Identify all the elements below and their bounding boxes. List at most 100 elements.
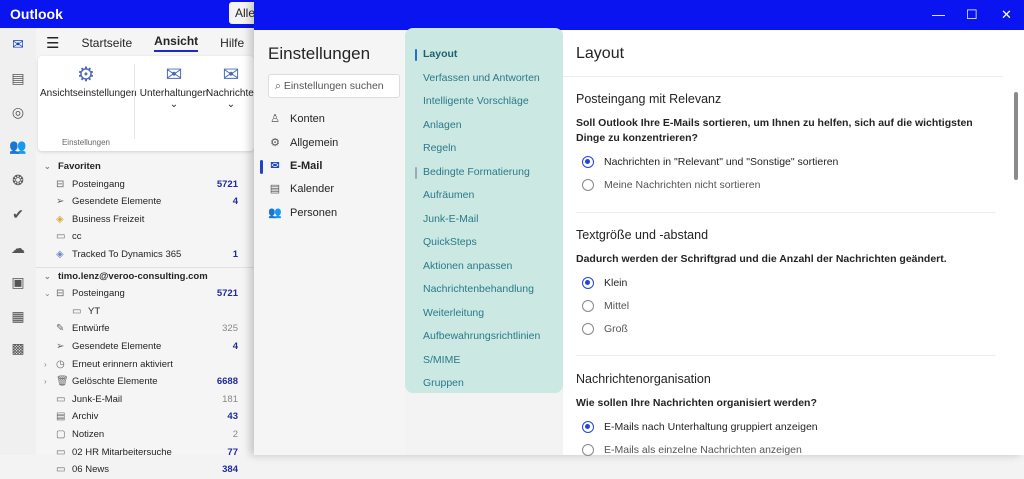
nav-konten[interactable]: ♙ Konten (268, 112, 325, 126)
folder-item[interactable]: ⊟ Posteingang 5721 (36, 176, 254, 194)
search-folder-icon: ▭ (56, 231, 66, 243)
nav-email[interactable]: ✉ E-Mail (268, 159, 322, 173)
person-icon: ♙ (270, 113, 280, 125)
subnav-item[interactable]: Aufbewahrungsrichtlinien (423, 330, 540, 342)
search-icon: ⌕ (275, 80, 281, 92)
folder-item[interactable]: ▭ YT (36, 303, 254, 321)
tab-ansicht[interactable]: Ansicht (154, 34, 199, 52)
radio-option[interactable]: Mittel (576, 294, 996, 317)
folder-item[interactable]: ✎ Entwürfe 325 (36, 320, 254, 338)
subnav-item[interactable]: Weiterleitung (423, 307, 484, 319)
envelope-list-icon: ✉ (222, 64, 240, 86)
conversations-button[interactable]: ✉ Unterhaltungen ⌄ (138, 62, 210, 110)
apps-icon[interactable]: ▩ (8, 340, 28, 360)
inbox-icon: ⊟ (56, 178, 65, 190)
radio-option[interactable]: Meine Nachrichten nicht sortieren (576, 173, 996, 196)
settings-title: Einstellungen (268, 44, 371, 63)
todo-icon[interactable]: ✔ (8, 206, 28, 226)
chevron-down-icon: ⌄ (44, 289, 51, 299)
section-heading: Posteingang mit Relevanz (576, 92, 722, 106)
mail-icon: ✉ (270, 160, 280, 172)
section-question: Soll Outlook Ihre E-Mails sortieren, um … (576, 117, 973, 144)
view-settings-button[interactable]: ⚙ Ansichtseinstellungen (40, 62, 137, 99)
subnav-item[interactable]: S/MIME (423, 354, 460, 366)
subnav-item[interactable]: Bedingte Formatierung (423, 166, 530, 178)
minimize-icon[interactable]: — (932, 7, 945, 22)
radio-option[interactable]: Klein (576, 271, 996, 294)
groups-icon[interactable]: ❂ (8, 172, 28, 192)
scrollbar[interactable] (1014, 92, 1018, 180)
chevron-down-icon: ⌄ (44, 271, 51, 281)
send-icon: ➢ (56, 340, 65, 352)
subnav-item[interactable]: Layout (423, 48, 457, 60)
section-heading: Nachrichtenorganisation (576, 372, 711, 386)
ribbon: ⚙ Ansichtseinstellungen ✉ Unterhaltungen ⌄ … (38, 56, 256, 151)
favorites-header[interactable]: ⌄ Favoriten (36, 158, 254, 176)
folder-item[interactable]: ➢ Gesendete Elemente 4 (36, 193, 254, 211)
excel-icon[interactable]: ▦ (8, 308, 28, 328)
folder-item[interactable]: ⌄ ⊟ Posteingang 5721 (36, 285, 254, 303)
folder-item[interactable]: ▭ 06 News 384 (36, 461, 254, 479)
folder-item[interactable]: ◈ Tracked To Dynamics 365 1 (36, 246, 254, 264)
subnav-item[interactable]: Intelligente Vorschläge (423, 95, 529, 107)
radio-option[interactable]: E-Mails als einzelne Nachrichten anzeige… (576, 438, 996, 461)
nav-kalender[interactable]: ▤ Kalender (268, 182, 334, 196)
nav-personen[interactable]: 👥 Personen (268, 206, 337, 220)
drafts-icon: ✎ (56, 323, 65, 335)
onedrive-icon[interactable]: ☁ (8, 240, 28, 260)
content-title: Layout (576, 45, 625, 62)
subnav-item[interactable]: Aktionen anpassen (423, 260, 512, 272)
radio-option[interactable]: Nachrichten in "Relevant" und "Sonstige"… (576, 150, 996, 173)
clock-icon: ◷ (56, 358, 65, 370)
button-label: Nachrichten (206, 88, 256, 99)
folder-item[interactable]: ➢ Gesendete Elemente 4 (36, 338, 254, 356)
subnav-item[interactable]: Gruppen (423, 377, 464, 389)
chevron-right-icon: › (44, 377, 47, 387)
inbox-icon: ⊟ (56, 288, 65, 300)
settings-search-input[interactable]: ⌕ Einstellungen suchen (268, 74, 400, 98)
folder-item[interactable]: › ◷ Erneut erinnern aktiviert (36, 356, 254, 374)
tab-hilfe[interactable]: Hilfe (220, 36, 244, 50)
folder-item[interactable]: ▭ cc (36, 228, 254, 246)
subnav-indicator (415, 166, 417, 179)
hamburger-icon[interactable]: ☰ (46, 34, 59, 52)
folder-list: ⌄ Favoriten ⊟ Posteingang 5721 ➢ Gesendete E… (36, 158, 254, 479)
radio-option[interactable]: Groß (576, 317, 996, 340)
subnav-item[interactable]: Anlagen (423, 119, 462, 131)
folder-item[interactable]: ▤ Archiv 43 (36, 408, 254, 426)
copilot-icon[interactable]: ◎ (8, 104, 28, 124)
section-question: Wie sollen Ihre Nachrichten organisiert … (576, 397, 817, 409)
close-icon[interactable]: ✕ (1001, 7, 1012, 23)
people-icon[interactable]: 👥 (8, 138, 28, 158)
subnav-item[interactable]: QuickSteps (423, 236, 477, 248)
subnav-item[interactable]: Regeln (423, 142, 456, 154)
calendar-icon[interactable]: ▤ (8, 70, 28, 90)
folder-item[interactable]: ▢ Notizen 2 (36, 426, 254, 444)
folder-item[interactable]: ◈ Business Freizeit (36, 211, 254, 229)
settings-nav: Einstellungen ⌕ Einstellungen suchen ♙ Ko… (254, 30, 405, 455)
section-focused-inbox: Posteingang mit Relevanz Soll Outlook Ih… (576, 92, 996, 196)
messages-button[interactable]: ✉ Nachrichten ⌄ (206, 62, 256, 110)
radio-button (582, 299, 594, 312)
tab-startseite[interactable]: Startseite (81, 36, 132, 50)
radio-option[interactable]: E-Mails nach Unterhaltung gruppiert anze… (576, 415, 996, 438)
subnav-item[interactable]: Aufräumen (423, 189, 474, 201)
word-icon[interactable]: ▣ (8, 274, 28, 294)
nav-allgemein[interactable]: ⚙ Allgemein (268, 136, 338, 150)
section-message-organization: Nachrichtenorganisation Wie sollen Ihre … (576, 372, 996, 461)
radio-button (582, 443, 594, 456)
subnav-item[interactable]: Junk-E-Mail (423, 213, 478, 225)
mail-icon[interactable]: ✉ (8, 36, 28, 56)
email-subnav: Layout Verfassen und Antworten Intelligent… (405, 28, 563, 393)
calendar-icon: ▤ (269, 183, 281, 195)
account-header[interactable]: ⌄ timo.lenz@veroo-consulting.com (36, 268, 254, 286)
subnav-item[interactable]: Nachrichtenbehandlung (423, 283, 534, 295)
section-question: Dadurch werden der Schriftgrad und die A… (576, 253, 947, 265)
folder-item[interactable]: ▭ 02 HR Mitarbeitersuche 77 (36, 444, 254, 462)
folder-item[interactable]: › 🗑 Gelöschte Elemente 6688 (36, 373, 254, 391)
folder-item[interactable]: ▭ Junk-E-Mail 181 (36, 391, 254, 409)
folder-icon: ▭ (56, 446, 66, 458)
maximize-icon[interactable]: ☐ (966, 7, 978, 23)
archive-icon: ▤ (56, 411, 66, 423)
subnav-item[interactable]: Verfassen und Antworten (423, 72, 540, 84)
